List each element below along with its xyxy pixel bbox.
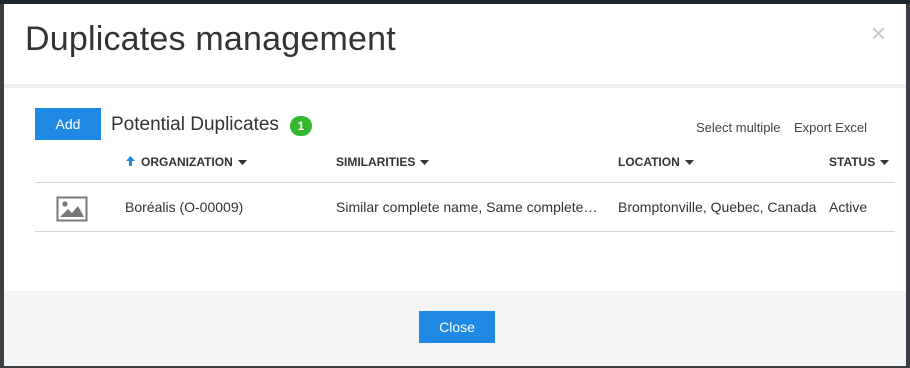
count-badge: 1 bbox=[290, 116, 312, 136]
column-header-label: SIMILARITIES bbox=[336, 155, 416, 169]
chevron-down-icon bbox=[237, 160, 247, 166]
chevron-down-icon bbox=[420, 160, 430, 166]
similarities-cell: Similar complete name, Same complete add… bbox=[336, 199, 598, 215]
export-excel-link[interactable]: Export Excel bbox=[794, 120, 867, 135]
status-cell: Active bbox=[829, 199, 868, 215]
column-header-label: LOCATION bbox=[618, 155, 680, 169]
add-button[interactable]: Add bbox=[35, 108, 101, 140]
duplicates-modal: Duplicates management × Add Potential Du… bbox=[4, 4, 906, 366]
image-placeholder-icon bbox=[56, 196, 88, 222]
column-header-status[interactable]: STATUS bbox=[829, 155, 890, 169]
chevron-down-icon bbox=[880, 160, 890, 166]
modal-body: Add Potential Duplicates 1 Select multip… bbox=[4, 88, 906, 291]
select-multiple-link[interactable]: Select multiple bbox=[696, 120, 781, 135]
modal-header: Duplicates management × bbox=[4, 4, 906, 88]
section-title: Potential Duplicates bbox=[111, 114, 279, 135]
close-button[interactable]: Close bbox=[419, 311, 495, 343]
modal-title: Duplicates management bbox=[25, 20, 396, 58]
table-header: ORGANIZATION SIMILARITIES LOCATION STATU… bbox=[35, 146, 895, 183]
column-header-label: STATUS bbox=[829, 155, 876, 169]
sort-ascending-icon bbox=[126, 156, 135, 166]
location-cell: Bromptonville, Quebec, Canada bbox=[618, 199, 817, 215]
organization-cell[interactable]: Boréalis (O-00009) bbox=[125, 199, 243, 215]
column-header-location[interactable]: LOCATION bbox=[618, 155, 694, 169]
modal-footer: Close bbox=[4, 291, 906, 366]
chevron-down-icon bbox=[684, 160, 694, 166]
column-header-label: ORGANIZATION bbox=[141, 155, 233, 169]
table-row[interactable]: Boréalis (O-00009) Similar complete name… bbox=[35, 183, 895, 232]
close-icon[interactable]: × bbox=[871, 20, 886, 46]
column-header-similarities[interactable]: SIMILARITIES bbox=[336, 155, 430, 169]
column-header-organization[interactable]: ORGANIZATION bbox=[125, 155, 247, 169]
